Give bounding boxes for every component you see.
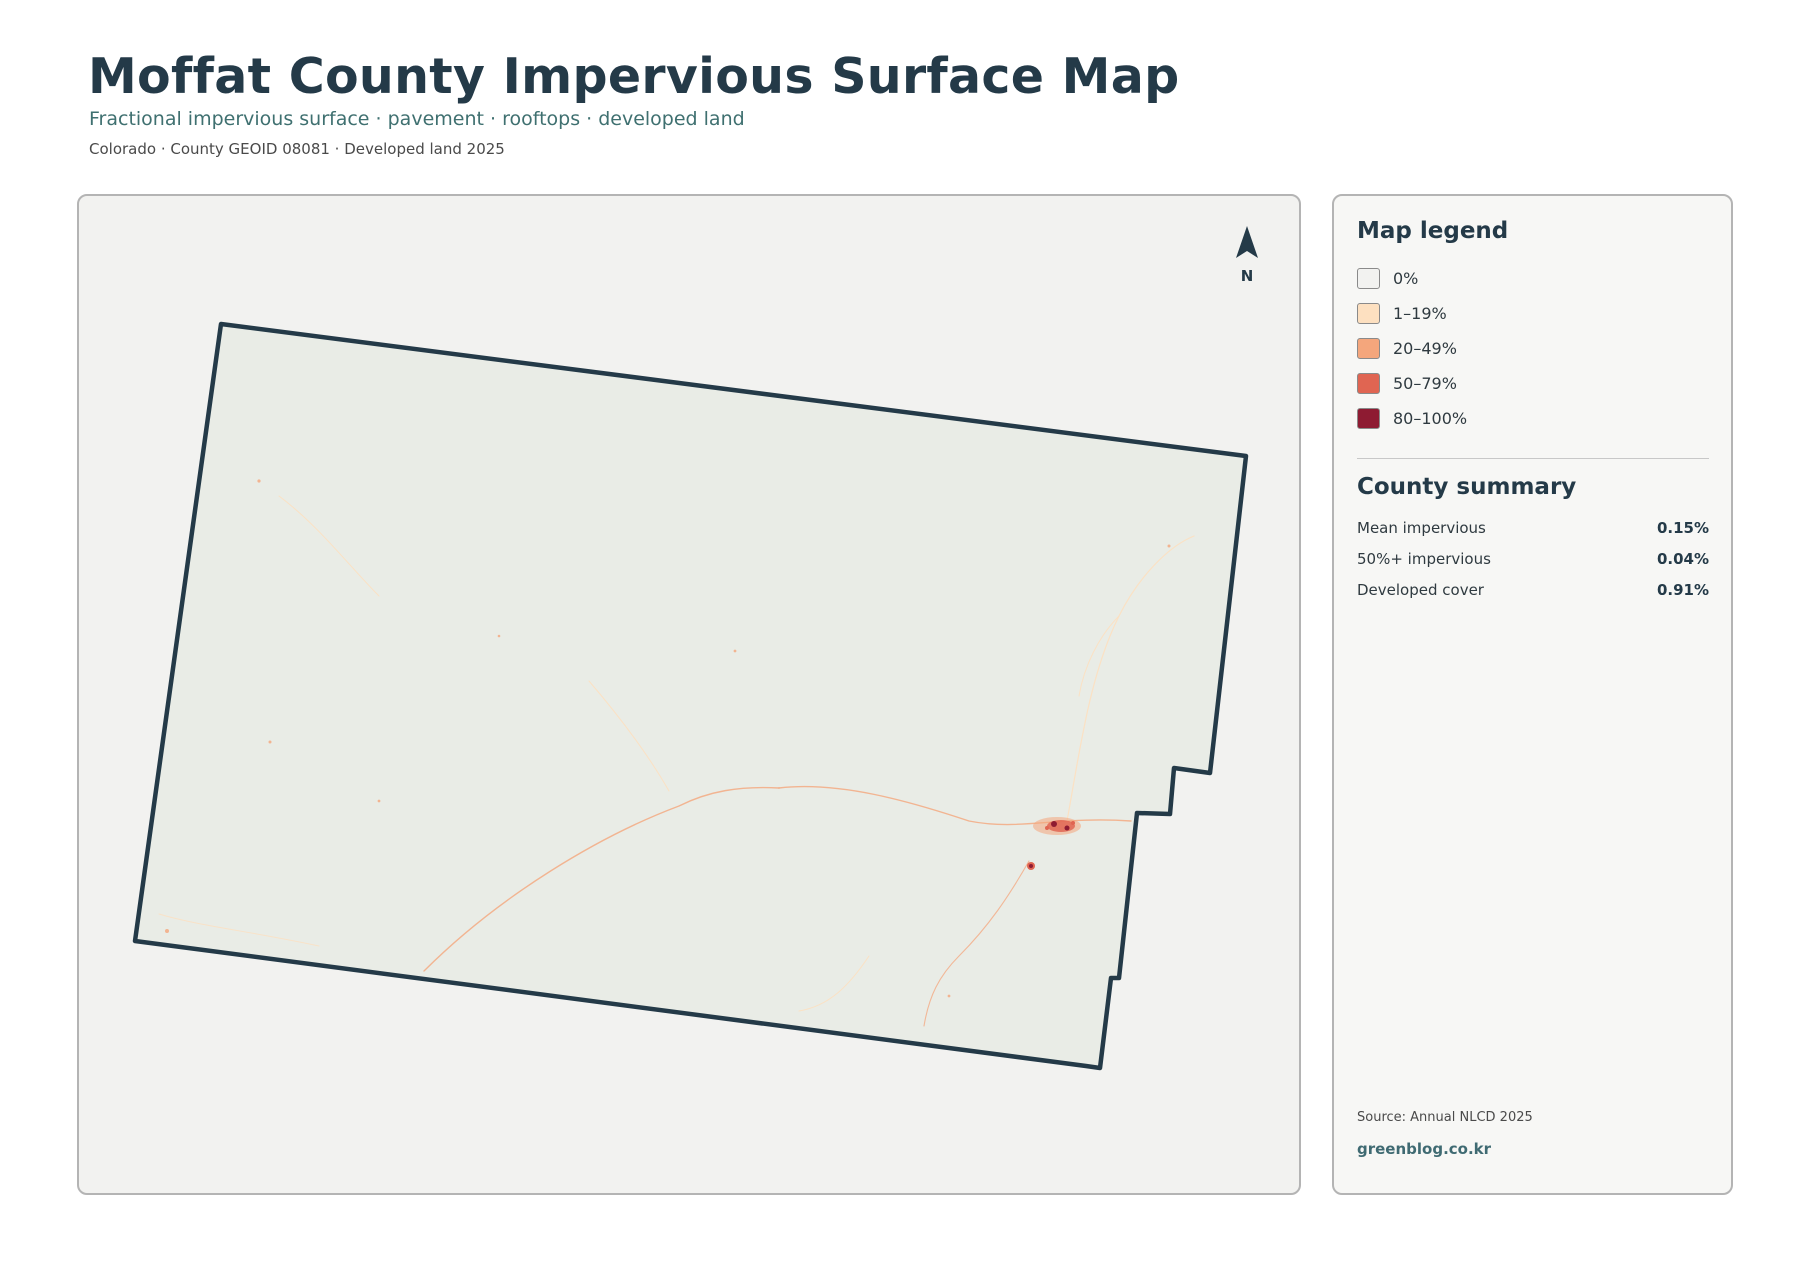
summary-row-mean: Mean impervious 0.15% <box>1357 518 1709 538</box>
summary-value: 0.04% <box>1656 550 1709 568</box>
legend-item-1: 1–19% <box>1357 301 1447 325</box>
legend-swatch <box>1357 372 1380 394</box>
summary-value: 0.15% <box>1656 519 1709 537</box>
legend-label: 1–19% <box>1393 303 1447 323</box>
side-panel: Map legend 0% 1–19% 20–49% 50–79% 80–100… <box>1332 194 1733 1195</box>
page-title: Moffat County Impervious Surface Map <box>88 48 1180 105</box>
map-panel[interactable]: N <box>77 194 1301 1195</box>
legend-item-0: 0% <box>1357 266 1418 290</box>
summary-label: Developed cover <box>1357 581 1484 599</box>
summary-value: 0.91% <box>1656 581 1709 599</box>
town-cluster-south <box>1027 862 1035 870</box>
summary-row-developed: Developed cover 0.91% <box>1357 580 1709 600</box>
summary-label: 50%+ impervious <box>1357 550 1491 568</box>
summary-title: County summary <box>1357 474 1577 500</box>
map-canvas[interactable]: N <box>79 196 1301 1195</box>
page-subtitle: Fractional impervious surface · pavement… <box>89 108 745 130</box>
credit-link[interactable]: greenblog.co.kr <box>1357 1140 1491 1158</box>
legend-item-3: 50–79% <box>1357 371 1457 395</box>
legend-swatch <box>1357 337 1380 359</box>
north-arrow-icon <box>1236 226 1258 258</box>
legend-swatch <box>1357 267 1380 289</box>
legend-title: Map legend <box>1357 218 1509 244</box>
legend-swatch <box>1357 407 1380 429</box>
legend-swatch <box>1357 302 1380 324</box>
legend-divider <box>1357 458 1709 459</box>
summary-label: Mean impervious <box>1357 519 1486 537</box>
source-note: Source: Annual NLCD 2025 <box>1357 1110 1533 1125</box>
legend-item-2: 20–49% <box>1357 336 1457 360</box>
summary-row-50plus: 50%+ impervious 0.04% <box>1357 549 1709 569</box>
town-cluster-craig <box>1033 817 1081 835</box>
legend-label: 50–79% <box>1393 373 1457 393</box>
legend-label: 80–100% <box>1393 408 1468 428</box>
legend-item-4: 80–100% <box>1357 406 1467 430</box>
legend-label: 20–49% <box>1393 338 1457 358</box>
legend-label: 0% <box>1393 268 1419 288</box>
page-meta: Colorado · County GEOID 08081 · Develope… <box>89 140 505 158</box>
north-label: N <box>1241 267 1254 285</box>
